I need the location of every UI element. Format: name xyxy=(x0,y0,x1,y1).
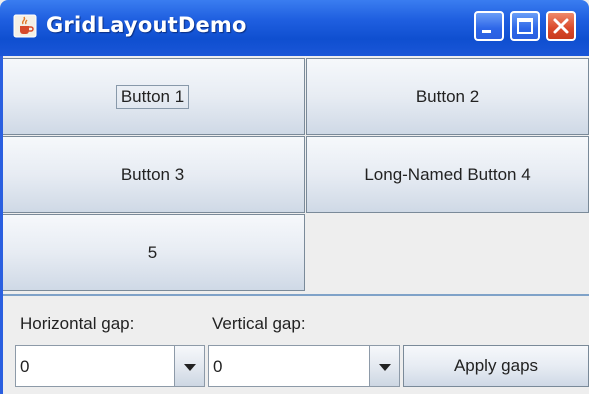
app-window: GridLayoutDemo Button 1 Button 2 Button … xyxy=(0,0,589,394)
horizontal-gap-value: 0 xyxy=(20,357,30,376)
empty-grid-cell xyxy=(306,214,589,291)
apply-gaps-button[interactable]: Apply gaps xyxy=(403,345,589,387)
horizontal-gap-dropdown-button[interactable] xyxy=(174,346,204,386)
close-button[interactable] xyxy=(546,11,576,41)
horizontal-gap-combo[interactable]: 0 xyxy=(15,345,205,387)
button-2[interactable]: Button 2 xyxy=(306,58,589,135)
maximize-button[interactable] xyxy=(510,11,540,41)
minimize-icon xyxy=(482,30,491,33)
button-3[interactable]: Button 3 xyxy=(0,136,305,213)
content-pane: Button 1 Button 2 Button 3 Long-Named Bu… xyxy=(0,56,589,394)
button-5-label: 5 xyxy=(147,242,158,262)
vertical-gap-label: Vertical gap: xyxy=(212,314,306,333)
button-2-label: Button 2 xyxy=(415,86,480,106)
maximize-icon xyxy=(517,18,533,34)
window-border-left xyxy=(0,56,3,394)
separator xyxy=(0,294,589,296)
vertical-gap-combo[interactable]: 0 xyxy=(208,345,400,387)
button-4[interactable]: Long-Named Button 4 xyxy=(306,136,589,213)
title-bar[interactable]: GridLayoutDemo xyxy=(0,0,589,56)
horizontal-gap-label: Horizontal gap: xyxy=(20,314,135,333)
button-3-label: Button 3 xyxy=(120,164,185,184)
minimize-button[interactable] xyxy=(474,11,504,41)
vertical-gap-value: 0 xyxy=(213,357,223,376)
java-cup-icon xyxy=(13,14,37,38)
chevron-down-icon xyxy=(379,364,391,371)
window-title: GridLayoutDemo xyxy=(46,13,247,37)
chevron-down-icon xyxy=(184,364,196,371)
button-1-label: Button 1 xyxy=(115,84,190,109)
close-icon xyxy=(553,18,569,34)
button-5[interactable]: 5 xyxy=(0,214,305,291)
vertical-gap-dropdown-button[interactable] xyxy=(369,346,399,386)
apply-gaps-label: Apply gaps xyxy=(453,356,539,375)
button-4-label: Long-Named Button 4 xyxy=(364,164,531,184)
button-1[interactable]: Button 1 xyxy=(0,58,305,135)
